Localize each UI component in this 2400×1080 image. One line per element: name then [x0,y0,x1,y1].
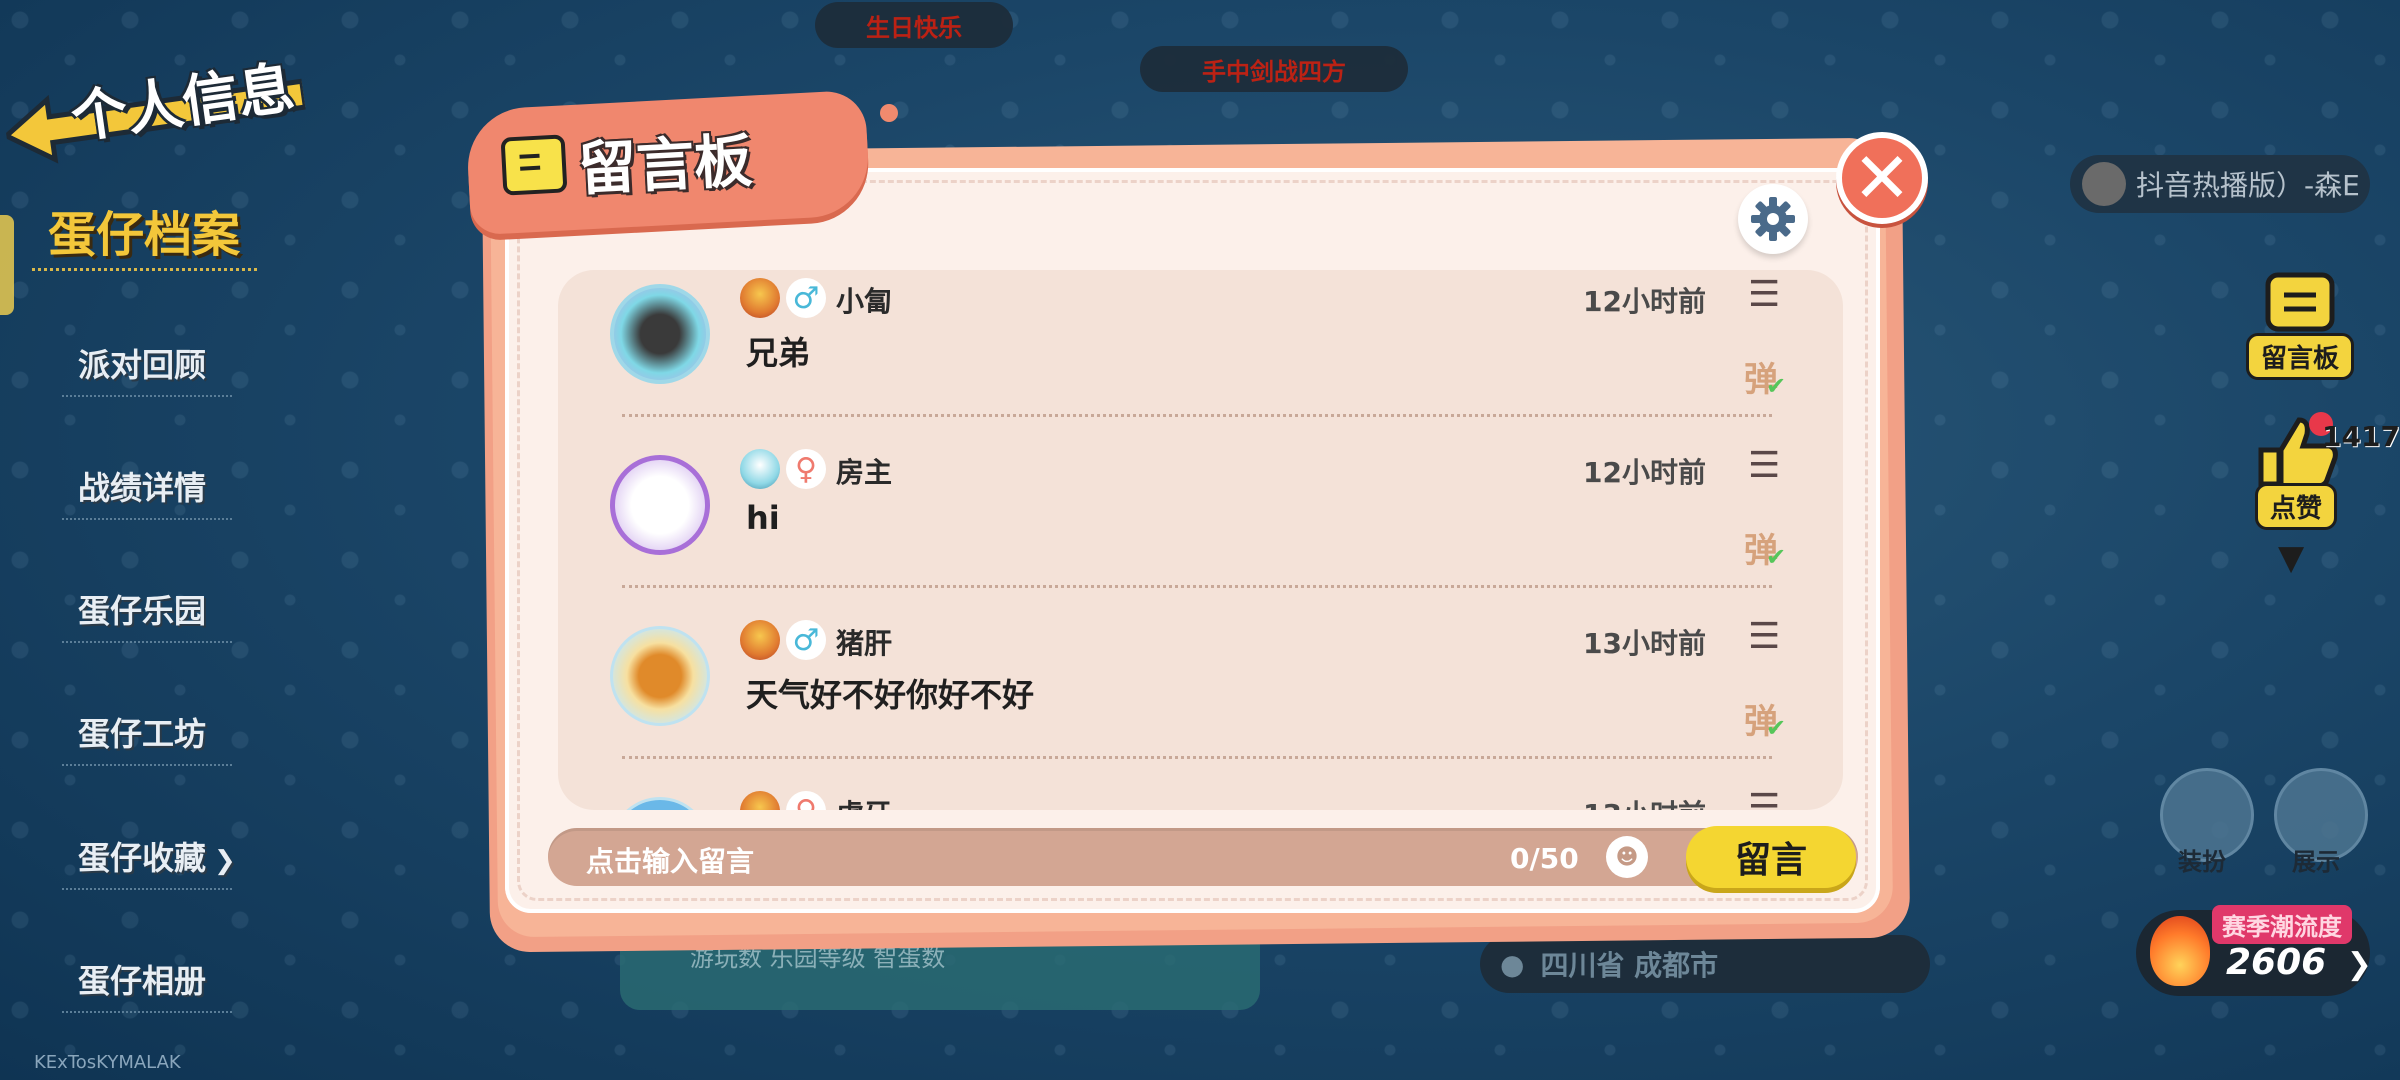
close-button[interactable]: ✕ [1836,132,1928,224]
check-icon: ✔ [1766,543,1787,571]
menu-item-record-details[interactable]: 战绩详情 [78,463,206,509]
location-text: 四川省 成都市 [1540,949,1719,982]
female-icon: ♀ [786,791,826,810]
top-tag-birthday[interactable]: 生日快乐 [815,2,1013,48]
rank-badge-icon [740,278,780,318]
menu-header[interactable]: 蛋仔档案 [48,195,240,265]
avatar[interactable] [610,626,710,726]
modal-title: 留言板 [576,126,754,204]
menu-icon[interactable]: ☰ [1748,274,1780,315]
season-trend-number: 2606 [2226,942,2327,983]
chevron-down-icon: ❯ [214,846,236,876]
male-icon: ♂ [786,278,826,318]
like-label: 点赞 [2254,483,2337,530]
divider [622,756,1772,759]
music-icon [2082,162,2126,206]
menu-item-workshop[interactable]: 蛋仔工坊 [78,709,206,755]
send-button[interactable]: 留言 [1686,826,1856,888]
divider [62,764,232,766]
timestamp: 13小时前 [1583,793,1706,810]
dress-label: 装扮 [2178,848,2226,876]
emoji-icon[interactable]: ☻ [1606,836,1648,878]
board-button[interactable]: 留言板 [2246,255,2355,380]
divider [32,268,257,271]
rank-badge-icon [740,449,780,489]
avatar[interactable] [610,797,710,810]
female-icon: ♀ [786,449,826,489]
like-count: 1417 [2322,420,2400,453]
settings-button[interactable] [1738,184,1808,254]
close-icon: ✕ [1852,137,1912,219]
message-list[interactable]: ♂ 小匐 12小时前 ☰ 兄弟 弹 ✔ ♀ 房主 12小时前 ☰ hi 弹 ✔ … [558,270,1843,810]
rank-badge-icon [740,620,780,660]
timestamp: 12小时前 [1583,285,1706,318]
message-text: hi [746,499,780,537]
divider [622,585,1772,588]
gear-icon [1751,197,1795,241]
list-item: ♂ 小匐 12小时前 ☰ 兄弟 弹 ✔ [558,274,1843,444]
showcase-label: 展示 [2292,848,2340,876]
location-bar: ● 四川省 成都市 [1480,935,1930,993]
timestamp: 13小时前 [1583,627,1706,660]
back-title: 个人信息 [67,55,299,152]
divider [62,518,232,520]
flame-icon [2150,916,2210,986]
divider [62,395,232,397]
author-name[interactable]: 房主 [836,451,892,491]
check-icon: ✔ [1766,372,1787,400]
author-name[interactable]: 猪肝 [836,622,892,662]
active-tab-marker [0,215,14,315]
divider [62,888,232,890]
menu-item-paradise[interactable]: 蛋仔乐园 [78,586,206,632]
char-counter: 0/50 [1510,842,1579,875]
menu-icon[interactable]: ☰ [1748,445,1780,486]
board-label: 留言板 [2246,333,2355,380]
season-trend-value: 2606 ❯ [2226,942,2372,983]
timestamp: 12小时前 [1583,456,1706,489]
author-name[interactable]: 虎牙 [836,793,892,810]
board-icon [500,134,568,196]
male-icon: ♂ [786,620,826,660]
divider [62,641,232,643]
menu-item-collection-label: 蛋仔收藏 [78,839,207,877]
message-text: 兄弟 [746,334,811,372]
menu-icon[interactable]: ☰ [1748,616,1780,657]
location-pin-icon: ● [1500,947,1525,981]
rank-badge-icon [740,791,780,810]
calendar-icon [2250,255,2350,345]
check-icon: ✔ [1766,714,1787,742]
decor-dot [880,104,898,122]
top-tag-title[interactable]: 手中剑战四方 [1140,46,1408,92]
menu-icon[interactable]: ☰ [1748,787,1780,810]
music-pill[interactable]: 抖音热播版）-森E [2070,155,2370,213]
music-pill-text: 抖音热播版）-森E [2136,169,2360,202]
chevron-down-icon[interactable]: ▼ [2278,538,2304,578]
chevron-right-icon: ❯ [2346,947,2372,982]
input-placeholder: 点击输入留言 [586,845,755,878]
avatar[interactable] [610,455,710,555]
divider [62,1011,232,1013]
menu-item-album[interactable]: 蛋仔相册 [78,956,206,1002]
season-trend-tag: 赛季潮流度 [2212,905,2352,944]
watermark: KExTosKYMALAK [34,1052,181,1073]
menu-item-collection[interactable]: 蛋仔收藏 ❯ [78,833,236,879]
back-button[interactable]: 个人信息 [0,30,330,164]
menu-item-party-review[interactable]: 派对回顾 [78,340,206,386]
message-input[interactable]: 点击输入留言 0/50 ☻ [548,828,1858,886]
author-name[interactable]: 小匐 [836,280,892,320]
divider [622,414,1772,417]
list-item: ♂ 猪肝 13小时前 ☰ 天气好不好你好不好 弹 ✔ [558,616,1843,786]
list-item: ♀ 房主 12小时前 ☰ hi 弹 ✔ [558,445,1843,615]
avatar[interactable] [610,284,710,384]
message-text: 天气好不好你好不好 [746,676,1035,714]
list-item: ♀ 虎牙 13小时前 ☰ [558,787,1843,810]
